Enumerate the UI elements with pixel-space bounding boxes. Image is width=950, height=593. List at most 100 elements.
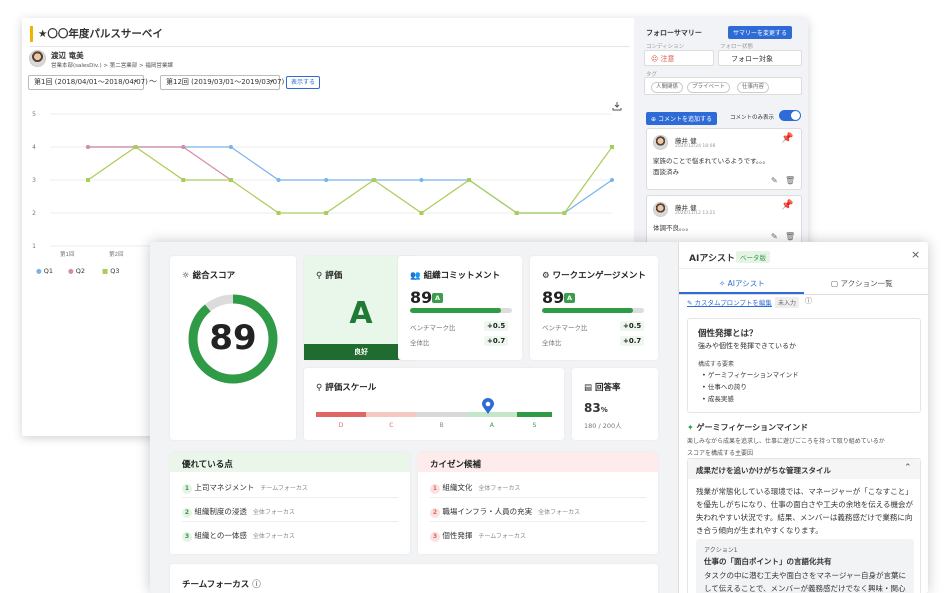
legend-q1: ● Q1 — [36, 267, 54, 275]
response-detail: 180 / 200人 — [584, 422, 622, 430]
edit-icon[interactable]: ✎ — [771, 232, 778, 241]
follow-state-value[interactable]: フォロー対象 — [718, 50, 802, 66]
sun-icon: ☼ — [182, 271, 190, 281]
benchmark-value: +0.5 — [484, 321, 509, 331]
item-sub: チームフォーカス — [260, 485, 308, 492]
commitment-score: 89 — [410, 288, 433, 307]
list-item[interactable]: 1 組織文化 全体フォーカス — [430, 482, 520, 494]
pin-icon[interactable]: 📌 — [781, 200, 793, 211]
strengths-title: 優れている点 — [182, 460, 233, 470]
list-item[interactable]: 2 組織制度の浸透 全体フォーカス — [182, 506, 295, 518]
comment-text: 体調不良。。。 — [653, 224, 692, 232]
definition-title: 個性発揮とは？ — [698, 329, 758, 339]
team-focus-title: チームフォーカス ⓘ — [182, 580, 261, 590]
comment-text: 家族のことで悩まれているようです。。。 — [653, 157, 769, 165]
gear-icon: ⚙ — [542, 271, 550, 281]
ai-assist-panel: AIアシスト ベータ版 × ✧ AIアシスト ▢ アクション一覧 ✎ カスタムプ… — [678, 242, 928, 593]
y-tick: 2 — [32, 210, 36, 217]
edit-icon[interactable]: ✎ — [771, 176, 778, 185]
tags-box[interactable]: 人間関係 プライベート 仕事内容 — [644, 77, 802, 95]
chevron-up-icon[interactable]: ⌃ — [904, 463, 912, 473]
tag: 人間関係 — [651, 82, 684, 93]
point-Q3 — [86, 178, 90, 182]
rank-number: 2 — [430, 508, 440, 518]
trash-icon[interactable]: 🗑 — [785, 176, 795, 185]
location-pin-icon: ⚲ — [316, 383, 323, 393]
close-icon[interactable]: × — [911, 248, 920, 261]
divider — [182, 497, 398, 498]
engagement-bar — [542, 308, 644, 313]
period-to-select[interactable]: 第12回 (2019/03/01〜2019/03/07) — [160, 73, 284, 90]
people-icon: 👥 — [410, 271, 421, 281]
list-item[interactable]: 1 上司マネジメント チームフォーカス — [182, 482, 308, 494]
tag: 仕事内容 — [737, 82, 770, 93]
info-icon: ⓘ — [252, 580, 261, 590]
commitment-bar — [410, 308, 512, 313]
elements-label: 構成する要素 — [698, 361, 735, 368]
improvements-title: カイゼン候補 — [430, 460, 482, 470]
avatar — [653, 202, 668, 217]
point-Q3 — [181, 178, 186, 182]
gm-title: ✦ ゲーミフィケーションマインド — [687, 423, 809, 432]
item-sub: 全体フォーカス — [252, 509, 295, 516]
point-Q3 — [610, 145, 614, 149]
comment-card: 藤井 健 2020/12/24 18:08 📌 家族のことで悩まれているようです… — [646, 128, 802, 190]
rank-number: 1 — [182, 484, 192, 494]
x-tick: 第2回 — [109, 252, 124, 258]
point-Q3 — [419, 211, 424, 215]
response-title: ▤ 回答率 — [584, 383, 621, 393]
total-score-title: ☼ 総合スコア — [182, 271, 236, 281]
accordion-title: 成果だけを追いかけがちな管理スタイル — [696, 466, 831, 475]
engagement-title: ⚙ ワークエンゲージメント — [542, 271, 646, 281]
scale-label: C — [389, 422, 394, 429]
action-box: アクション1 仕事の「面白ポイント」の言語化共有 タスクの中に潜む工夫や面白さを… — [696, 539, 914, 593]
y-tick: 3 — [32, 177, 36, 184]
tab-ai-assist[interactable]: ✧ AIアシスト — [719, 278, 765, 289]
evaluation-scale-card: ⚲ 評価スケール D C B A S — [304, 368, 564, 440]
scale-label: A — [489, 422, 494, 429]
trash-icon[interactable]: 🗑 — [785, 232, 795, 241]
download-icon[interactable] — [612, 96, 622, 111]
point-Q1 — [610, 178, 614, 182]
add-comment-button[interactable]: ⊕ コメントを追加する — [646, 112, 717, 125]
item-sub: 全体フォーカス — [478, 485, 521, 492]
comment-date: 2020/11/12 13:21 — [675, 211, 716, 216]
show-button[interactable]: 表示する — [286, 76, 321, 89]
definition-box: 個性発揮とは？ 強みや個性を発揮できているか 構成する要素 • ゲーミフィケーシ… — [687, 318, 921, 413]
legend-q2: ● Q2 — [68, 267, 86, 275]
medal-icon: ⚲ — [316, 271, 323, 281]
list-item[interactable]: 3 組織との一体感 全体フォーカス — [182, 530, 295, 542]
sparkle-icon: ✦ — [687, 423, 694, 432]
list-item[interactable]: 3 個性発揮 チームフォーカス — [430, 530, 526, 542]
change-summary-button[interactable]: サマリーを変更する — [728, 26, 793, 39]
period-from-select[interactable]: 第1回 (2018/04/01〜2018/04/07) — [28, 73, 148, 90]
comment-only-toggle[interactable] — [779, 110, 801, 121]
item-label: 個性発揮 — [442, 531, 473, 540]
y-tick: 5 — [32, 111, 36, 118]
pin-icon[interactable]: 📌 — [781, 133, 793, 144]
edit-prompt-link[interactable]: ✎ カスタムプロンプトを編集 — [687, 297, 772, 307]
rank-number: 3 — [182, 532, 192, 542]
benchmark-value: +0.5 — [620, 321, 645, 331]
item-sub: 全体フォーカス — [538, 509, 581, 516]
list-item[interactable]: 2 職場インフラ・人員の充実 全体フォーカス — [430, 506, 580, 518]
condition-value[interactable]: ☹ 注意 — [644, 50, 714, 66]
y-tick: 1 — [32, 243, 36, 250]
comment-card: 藤井 健 2020/11/12 13:21 📌 体調不良。。。 ✎ 🗑 — [646, 195, 802, 245]
rank-number: 1 — [430, 484, 440, 494]
tab-action-list[interactable]: ▢ アクション一覧 — [831, 278, 893, 289]
benchmark-label: ベンチマーク比 — [410, 324, 456, 332]
chart-icon: ▤ — [584, 383, 593, 393]
item-label: 上司マネジメント — [194, 483, 255, 492]
user-dept: 営業本部(salesDiv.) > 第二営業部 > 福岡営業課 — [51, 63, 173, 69]
info-icon[interactable]: ⓘ — [805, 296, 812, 306]
engagement-card: ⚙ ワークエンゲージメント 89 A ベンチマーク比 +0.5 全体比 +0.7 — [530, 256, 658, 360]
score-line-chart — [50, 113, 614, 247]
point-Q3 — [467, 178, 472, 182]
divider — [182, 521, 398, 522]
point-Q3 — [371, 178, 376, 182]
x-tick: 第1回 — [60, 252, 75, 258]
point-Q3 — [133, 145, 138, 149]
point-Q2 — [86, 145, 90, 149]
strengths-card: 優れている点 1 上司マネジメント チームフォーカス 2 組織制度の浸透 全体フォーカ… — [170, 452, 410, 554]
